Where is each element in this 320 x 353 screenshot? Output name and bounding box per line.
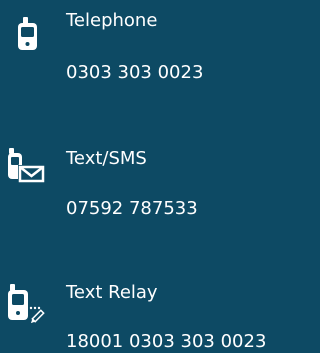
contact-label: Text/SMS xyxy=(66,148,147,169)
contact-label: Telephone xyxy=(66,10,158,31)
contact-sms-number[interactable]: 07592 787533 xyxy=(66,198,198,220)
phone-with-pencil-icon xyxy=(6,280,50,324)
contact-relay-number[interactable]: 18001 0303 303 0023 xyxy=(66,331,266,353)
contact-label: Text Relay xyxy=(66,282,158,303)
mobile-phone-icon xyxy=(6,14,50,58)
phone-with-envelope-icon xyxy=(6,145,50,189)
contact-phone-number[interactable]: 0303 303 0023 xyxy=(66,62,203,84)
